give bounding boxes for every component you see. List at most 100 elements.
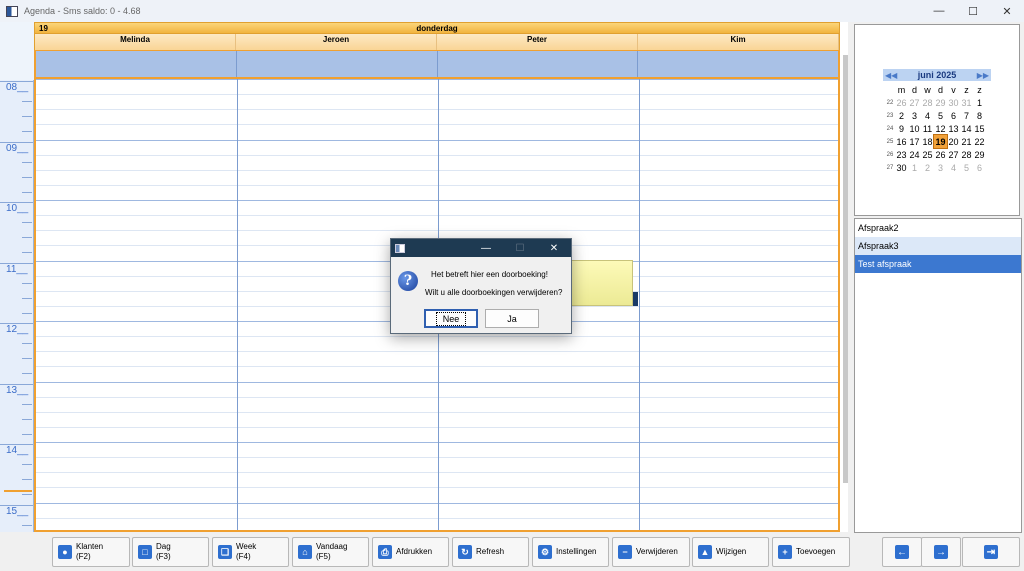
- quarter-tick: [22, 479, 32, 481]
- appointment-list: Afspraak2 Afspraak3 Test afspraak: [854, 218, 1022, 533]
- day-cell[interactable]: 17: [908, 135, 921, 148]
- dialog-minimize-button[interactable]: —: [469, 243, 503, 254]
- page-icon: □: [138, 545, 152, 559]
- ja-button[interactable]: Ja: [485, 309, 539, 328]
- dag-button[interactable]: □ Dag (F3): [132, 537, 209, 567]
- day-cell[interactable]: 18: [921, 135, 934, 148]
- verwijderen-button[interactable]: − Verwijderen: [612, 537, 690, 567]
- day-cell[interactable]: 4: [921, 109, 934, 122]
- weekday-label: z: [964, 84, 969, 95]
- quarter-tick: [22, 176, 32, 178]
- day-cell[interactable]: 4: [947, 161, 960, 174]
- minimize-button[interactable]: —: [922, 0, 956, 22]
- day-cell[interactable]: 31: [960, 96, 973, 109]
- prev-month-icon[interactable]: ◀◀: [883, 71, 899, 80]
- day-cell[interactable]: 22: [973, 135, 986, 148]
- column-divider: [237, 79, 238, 530]
- klanten-button[interactable]: ● Klanten (F2): [52, 537, 130, 567]
- day-cell[interactable]: 28: [921, 96, 934, 109]
- toevoegen-button[interactable]: + Toevoegen: [772, 537, 850, 567]
- arrow-right-icon: →: [934, 545, 948, 559]
- day-cell[interactable]: 10: [908, 122, 921, 135]
- day-cell[interactable]: 11: [921, 122, 934, 135]
- day-cell[interactable]: 27: [908, 96, 921, 109]
- day-cell[interactable]: 1: [973, 96, 986, 109]
- day-cell[interactable]: 3: [934, 161, 947, 174]
- day-cell[interactable]: 28: [960, 148, 973, 161]
- quarter-tick: [22, 101, 32, 103]
- day-cell[interactable]: 25: [921, 148, 934, 161]
- mini-calendar: ◀◀ juni 2025 ▶▶ m d w d v z z 22 26 27 28 29 30 31 1 23…: [854, 24, 1020, 216]
- previous-day-button[interactable]: ←: [882, 537, 922, 567]
- day-cell[interactable]: 16: [895, 135, 908, 148]
- day-cell[interactable]: 24: [908, 148, 921, 161]
- day-cell[interactable]: 13: [947, 122, 960, 135]
- day-cell[interactable]: 20: [947, 135, 960, 148]
- quarter-tick: [22, 464, 32, 466]
- appointment-block[interactable]: [571, 260, 633, 306]
- next-month-icon[interactable]: ▶▶: [975, 71, 991, 80]
- nee-button[interactable]: Nee: [424, 309, 478, 328]
- resource-jeroen[interactable]: Jeroen: [236, 34, 437, 50]
- day-cell[interactable]: 30: [947, 96, 960, 109]
- day-header[interactable]: 19 donderdag: [34, 22, 840, 34]
- exit-button[interactable]: ⇥: [962, 537, 1020, 567]
- afdrukken-button[interactable]: ⎙ Afdrukken: [372, 537, 449, 567]
- day-cell[interactable]: 14: [960, 122, 973, 135]
- resource-peter[interactable]: Peter: [437, 34, 638, 50]
- all-day-cell[interactable]: [36, 51, 237, 77]
- day-cell[interactable]: 1: [908, 161, 921, 174]
- hour-label: 10__: [6, 203, 29, 214]
- week-number: 26: [886, 151, 894, 158]
- list-item[interactable]: Afspraak2: [855, 219, 1021, 237]
- next-day-button[interactable]: →: [921, 537, 961, 567]
- day-cell[interactable]: 29: [973, 148, 986, 161]
- day-cell[interactable]: 12: [934, 122, 947, 135]
- day-cell[interactable]: 21: [960, 135, 973, 148]
- day-cell[interactable]: 5: [960, 161, 973, 174]
- all-day-row: [34, 50, 840, 79]
- hour-label: 11__: [6, 263, 28, 275]
- list-item[interactable]: Afspraak3: [855, 237, 1021, 255]
- dialog-close-button[interactable]: ✕: [537, 243, 571, 254]
- day-cell[interactable]: 7: [960, 109, 973, 122]
- day-cell[interactable]: 15: [973, 122, 986, 135]
- instellingen-button[interactable]: ⚙ Instellingen: [532, 537, 609, 567]
- resource-melinda[interactable]: Melinda: [35, 34, 236, 50]
- maximize-button[interactable]: ☐: [956, 0, 990, 22]
- dialog-window-controls: — ☐ ✕: [469, 243, 571, 254]
- day-cell[interactable]: 2: [921, 161, 934, 174]
- day-cell[interactable]: 26: [895, 96, 908, 109]
- day-cell[interactable]: 5: [934, 109, 947, 122]
- wijzigen-button[interactable]: ▲ Wijzigen: [692, 537, 769, 567]
- afdrukken-label: Afdrukken: [396, 547, 433, 556]
- vandaag-button[interactable]: ⌂ Vandaag (F5): [292, 537, 369, 567]
- close-button[interactable]: ✕: [990, 0, 1024, 22]
- day-cell[interactable]: 30: [895, 161, 908, 174]
- resource-kim[interactable]: Kim: [638, 34, 839, 50]
- day-cell[interactable]: 26: [934, 148, 947, 161]
- quarter-tick: [22, 237, 32, 239]
- hour-label: 14__: [6, 445, 29, 456]
- week-number: 27: [886, 164, 894, 171]
- quarter-tick: [22, 252, 32, 254]
- all-day-cell[interactable]: [638, 51, 838, 77]
- day-cell[interactable]: 6: [973, 161, 986, 174]
- day-cell[interactable]: 27: [947, 148, 960, 161]
- day-cell[interactable]: 3: [908, 109, 921, 122]
- vertical-scrollbar[interactable]: [843, 55, 848, 483]
- day-cell[interactable]: 9: [895, 122, 908, 135]
- day-cell[interactable]: 29: [934, 96, 947, 109]
- day-cell[interactable]: 6: [947, 109, 960, 122]
- gear-icon: ⚙: [538, 545, 552, 559]
- day-cell[interactable]: 8: [973, 109, 986, 122]
- all-day-cell[interactable]: [438, 51, 639, 77]
- day-cell[interactable]: 2: [895, 109, 908, 122]
- selected-day[interactable]: 19: [933, 134, 948, 149]
- weekday-label: z: [977, 84, 982, 95]
- day-cell[interactable]: 23: [895, 148, 908, 161]
- list-item[interactable]: Test afspraak: [855, 255, 1021, 273]
- refresh-button[interactable]: ↻ Refresh: [452, 537, 529, 567]
- all-day-cell[interactable]: [237, 51, 438, 77]
- week-button[interactable]: ❏ Week (F4): [212, 537, 289, 567]
